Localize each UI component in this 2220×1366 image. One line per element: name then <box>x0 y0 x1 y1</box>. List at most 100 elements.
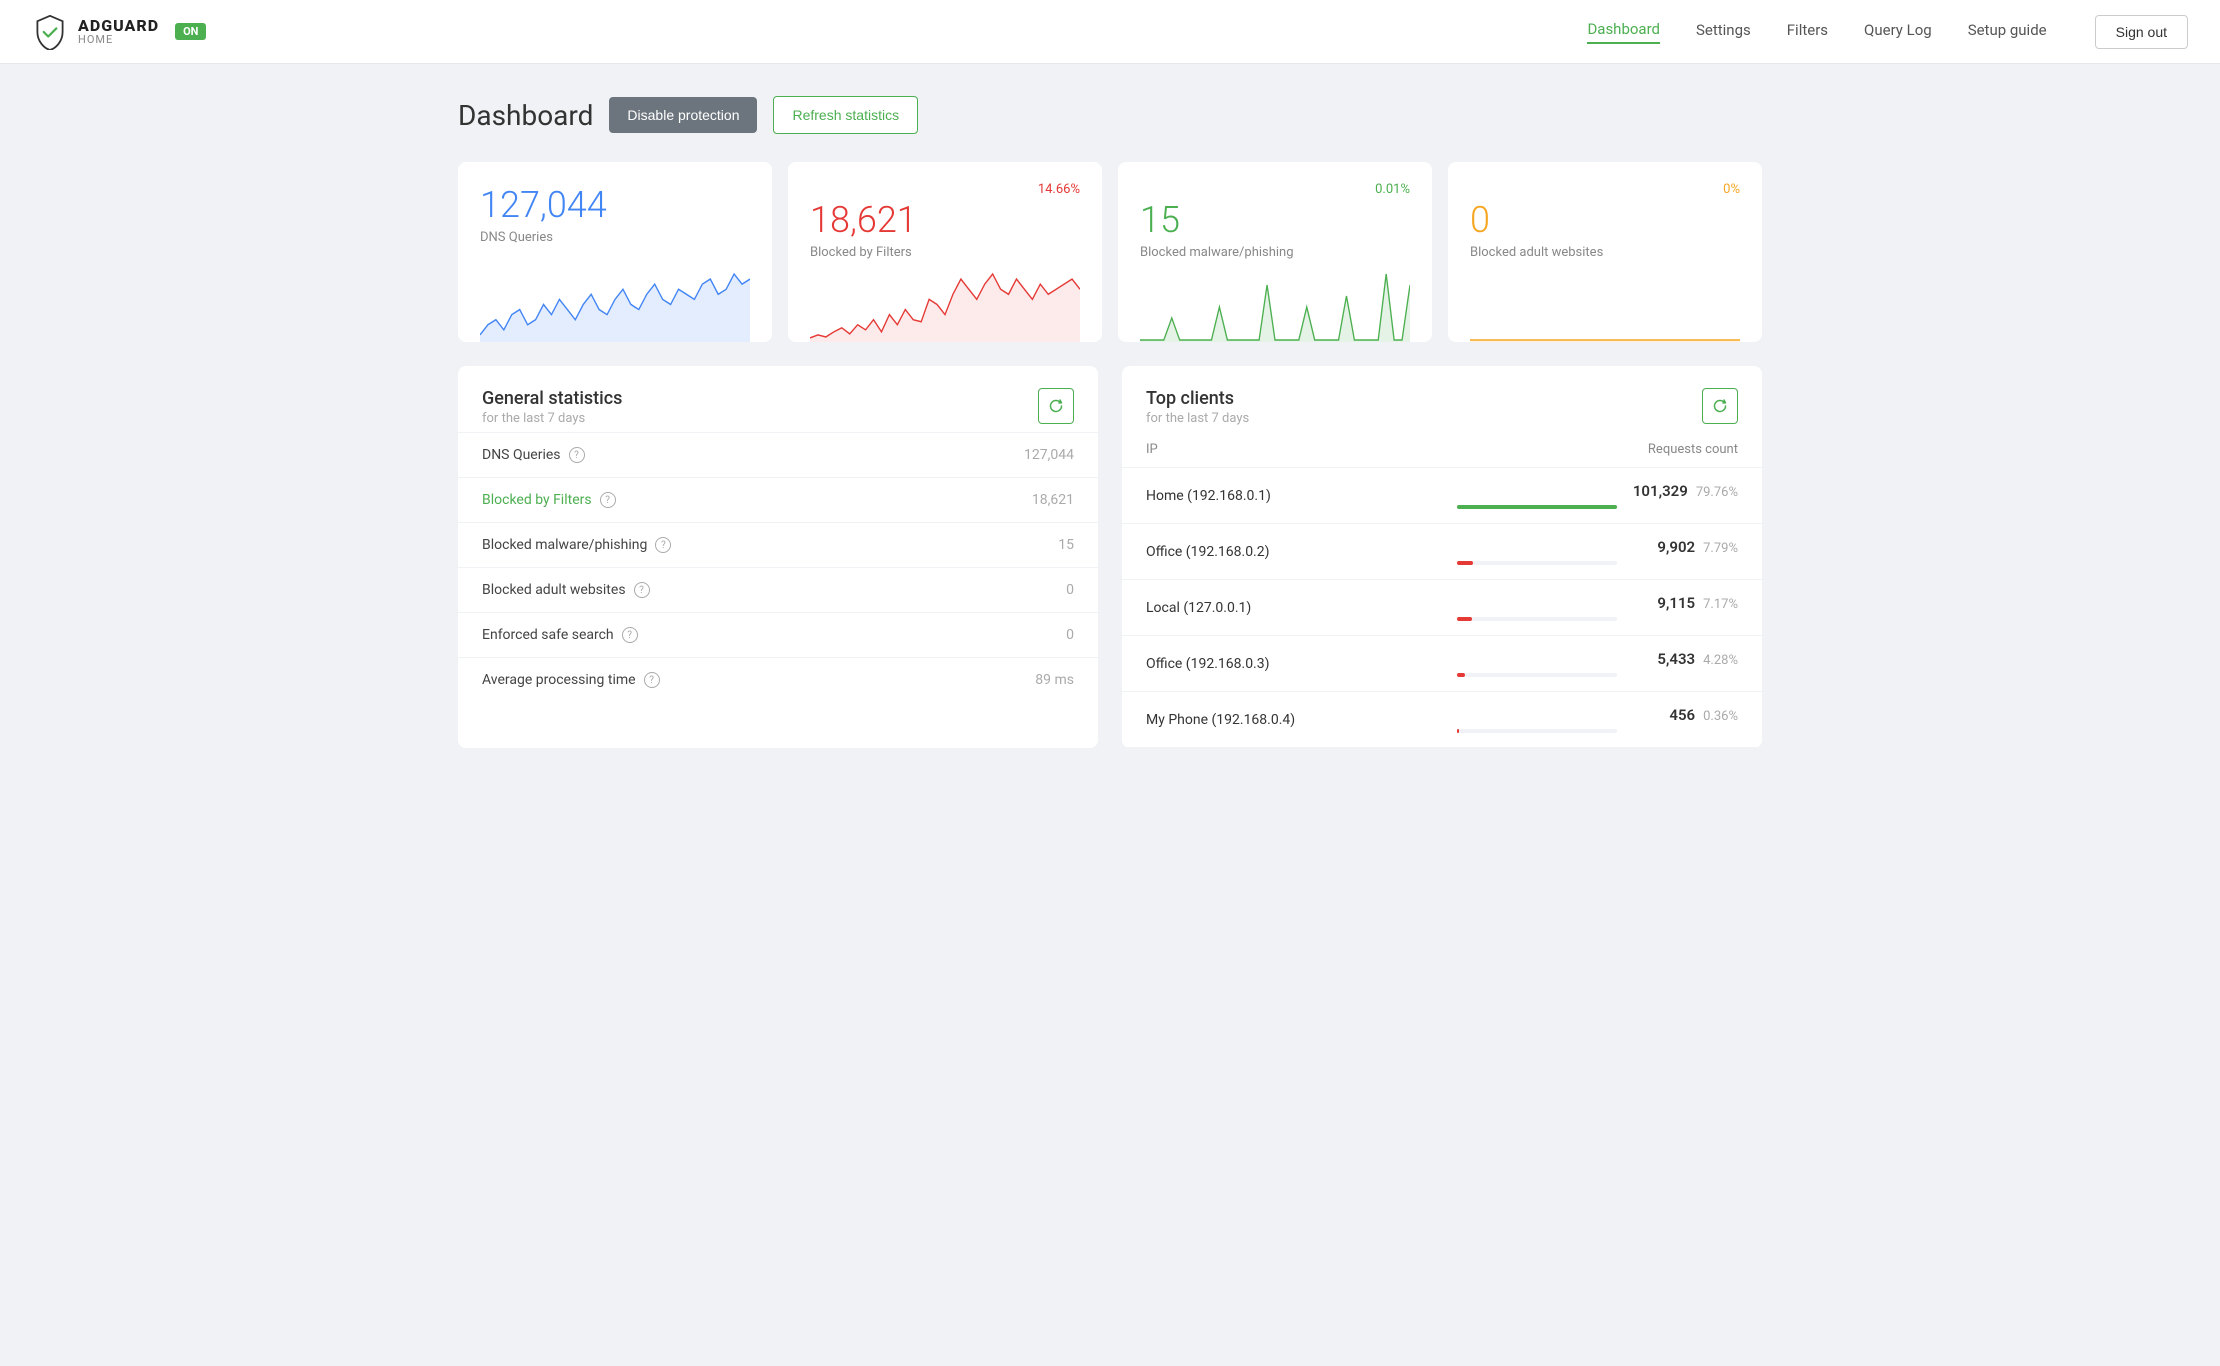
col-ip: IP <box>1122 432 1433 468</box>
progress-bar-wrap-0 <box>1457 505 1617 509</box>
help-icon-1[interactable]: ? <box>600 492 616 508</box>
client-name-2: Local (127.0.0.1) <box>1122 580 1433 636</box>
table-row: Office (192.168.0.3)5,4334.28% <box>1122 636 1762 692</box>
top-clients-panel: Top clients for the last 7 days IP Reque… <box>1122 366 1762 748</box>
help-icon-4[interactable]: ? <box>622 627 638 643</box>
client-request-count-3: 5,433 <box>1657 650 1695 668</box>
disable-protection-button[interactable]: Disable protection <box>609 97 757 133</box>
stat-card-0-label: DNS Queries <box>480 230 750 245</box>
progress-bar-4 <box>1457 729 1459 733</box>
client-percent-1: 7.79% <box>1703 541 1738 556</box>
general-stat-label-2: Blocked malware/phishing? <box>482 537 671 553</box>
progress-bar-3 <box>1457 673 1465 677</box>
general-stats-subtitle: for the last 7 days <box>482 411 622 426</box>
page-header: Dashboard Disable protection Refresh sta… <box>458 96 1762 134</box>
stat-card-3-number: 0 <box>1470 199 1740 241</box>
clients-table-body: Home (192.168.0.1)101,32979.76%Office (1… <box>1122 468 1762 748</box>
stat-card-2-label: Blocked malware/phishing <box>1140 245 1410 260</box>
stat-row: Blocked malware/phishing? 15 <box>458 522 1098 567</box>
progress-bar-wrap-1 <box>1457 561 1617 565</box>
general-stat-label-1[interactable]: Blocked by Filters? <box>482 492 616 508</box>
refresh-icon-2 <box>1712 398 1728 414</box>
general-stat-label-5: Average processing time? <box>482 672 660 688</box>
general-stat-value-5: 89 ms <box>1035 672 1074 688</box>
help-icon-3[interactable]: ? <box>634 582 650 598</box>
top-clients-subtitle: for the last 7 days <box>1146 411 1249 426</box>
nav-links: Dashboard Settings Filters Query Log Set… <box>1587 20 2046 44</box>
table-row: My Phone (192.168.0.4) 456 0.36% <box>1122 692 1762 748</box>
client-request-count-2: 9,115 <box>1657 594 1695 612</box>
client-name-1: Office (192.168.0.2) <box>1122 524 1433 580</box>
top-clients-refresh-button[interactable] <box>1702 388 1738 424</box>
stat-card-0: 127,044 DNS Queries <box>458 162 772 342</box>
stat-row: Blocked adult websites? 0 <box>458 567 1098 612</box>
client-request-count-4: 456 <box>1669 706 1695 724</box>
stat-card-3-chart <box>1470 272 1740 342</box>
client-percent-0: 79.76% <box>1696 485 1738 500</box>
nav-settings[interactable]: Settings <box>1696 21 1751 43</box>
progress-bar-0 <box>1457 505 1617 509</box>
bottom-grid: General statistics for the last 7 days D… <box>458 366 1762 748</box>
general-stat-label-3: Blocked adult websites? <box>482 582 650 598</box>
client-requests-2: 9,115 7.17% <box>1433 580 1762 636</box>
stat-card-2: 0.01%15Blocked malware/phishing <box>1118 162 1432 342</box>
general-stat-value-3: 0 <box>1066 582 1074 598</box>
help-icon-0[interactable]: ? <box>569 447 585 463</box>
progress-bar-wrap-2 <box>1457 617 1617 621</box>
logo-subtitle: HOME <box>78 34 159 46</box>
top-clients-table: IP Requests count Home (192.168.0.1)101,… <box>1122 432 1762 748</box>
stat-card-1-label: Blocked by Filters <box>810 245 1080 260</box>
general-stat-value-0: 127,044 <box>1024 447 1074 463</box>
logo-text: ADGUARD HOME <box>78 17 159 47</box>
logo: ADGUARD HOME ON <box>32 14 206 50</box>
nav-querylog[interactable]: Query Log <box>1864 21 1932 43</box>
help-icon-2[interactable]: ? <box>655 537 671 553</box>
general-stat-value-1: 18,621 <box>1032 492 1074 508</box>
table-row: Home (192.168.0.1)101,32979.76% <box>1122 468 1762 524</box>
client-name-0: Home (192.168.0.1) <box>1122 468 1433 524</box>
table-row: Office (192.168.0.2)9,9027.79% <box>1122 524 1762 580</box>
stat-card-3: 0% 0 Blocked adult websites <box>1448 162 1762 342</box>
progress-bar-wrap-3 <box>1457 673 1617 677</box>
top-clients-header: Top clients for the last 7 days <box>1122 366 1762 432</box>
refresh-icon <box>1048 398 1064 414</box>
general-stats-header: General statistics for the last 7 days <box>458 366 1098 432</box>
top-clients-titles: Top clients for the last 7 days <box>1146 388 1249 426</box>
client-name-4: My Phone (192.168.0.4) <box>1122 692 1433 748</box>
navbar: ADGUARD HOME ON Dashboard Settings Filte… <box>0 0 2220 64</box>
col-requests: Requests count <box>1433 432 1762 468</box>
general-stat-label-0: DNS Queries? <box>482 447 585 463</box>
stat-row: DNS Queries? 127,044 <box>458 432 1098 477</box>
progress-bar-wrap-4 <box>1457 729 1617 733</box>
client-percent-4: 0.36% <box>1703 709 1738 724</box>
general-stat-value-2: 15 <box>1058 537 1074 553</box>
stat-row: Enforced safe search? 0 <box>458 612 1098 657</box>
stat-cards-row: 127,044 DNS Queries 14.66% 18,621 Blocked by… <box>458 162 1762 342</box>
stat-card-2-percent: 0.01% <box>1140 182 1410 197</box>
stat-card-1-percent: 14.66% <box>810 182 1080 197</box>
nav-filters[interactable]: Filters <box>1787 21 1828 43</box>
general-stats-panel: General statistics for the last 7 days D… <box>458 366 1098 748</box>
stat-card-1-chart <box>810 272 1080 342</box>
stat-card-2-chart <box>1140 272 1410 342</box>
logo-title: ADGUARD <box>78 17 159 35</box>
stat-card-0-number: 127,044 <box>480 184 750 226</box>
stat-card-3-percent: 0% <box>1470 182 1740 197</box>
general-stat-label-4: Enforced safe search? <box>482 627 638 643</box>
stat-card-1-number: 18,621 <box>810 199 1080 241</box>
nav-dashboard[interactable]: Dashboard <box>1587 20 1660 44</box>
client-requests-0: 101,32979.76% <box>1433 468 1762 524</box>
signout-button[interactable]: Sign out <box>2095 15 2188 49</box>
client-percent-2: 7.17% <box>1703 597 1738 612</box>
client-percent-3: 4.28% <box>1703 653 1738 668</box>
help-icon-5[interactable]: ? <box>644 672 660 688</box>
general-stats-refresh-button[interactable] <box>1038 388 1074 424</box>
refresh-statistics-button[interactable]: Refresh statistics <box>773 96 918 134</box>
stat-row: Blocked by Filters? 18,621 <box>458 477 1098 522</box>
stat-card-3-label: Blocked adult websites <box>1470 245 1740 260</box>
nav-setupguide[interactable]: Setup guide <box>1968 21 2047 43</box>
stat-card-1: 14.66% 18,621 Blocked by Filters <box>788 162 1102 342</box>
stat-card-0-chart <box>480 257 750 342</box>
main-content: Dashboard Disable protection Refresh sta… <box>410 64 1810 780</box>
general-stat-value-4: 0 <box>1066 627 1074 643</box>
